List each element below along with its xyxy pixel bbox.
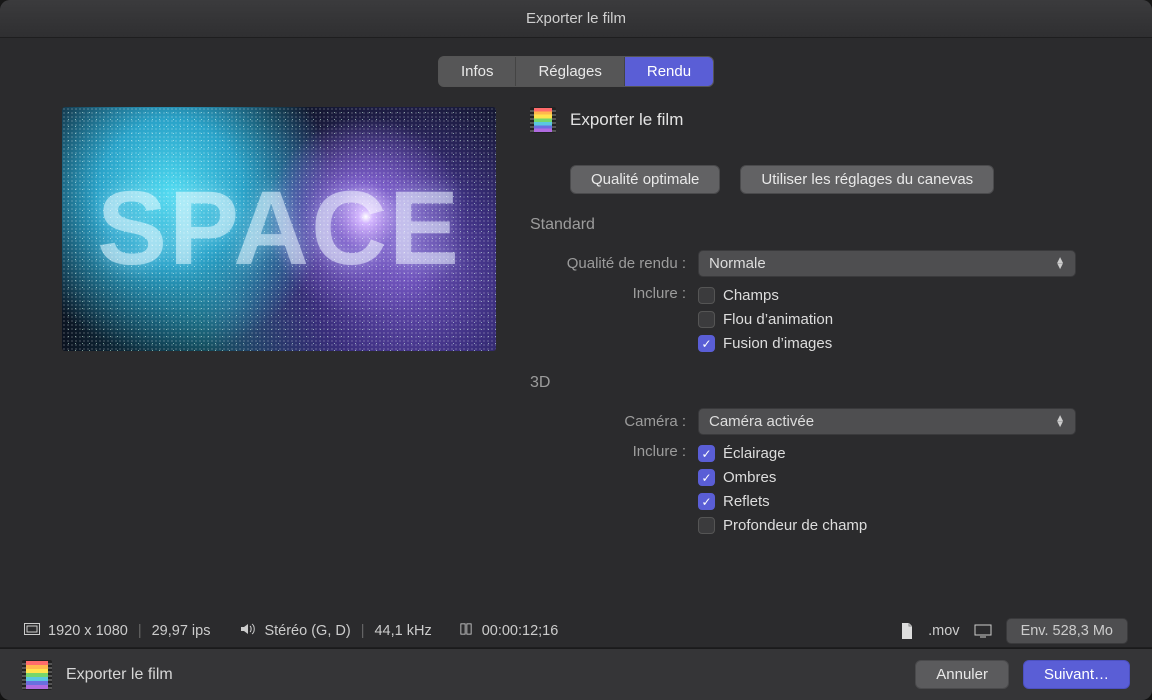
standard-include-label: Inclure : <box>530 285 698 302</box>
checkbox-label: Éclairage <box>723 445 786 462</box>
checkbox-label: Flou d’animation <box>723 311 833 328</box>
frame-icon <box>24 623 40 639</box>
checkbox-champs[interactable]: Champs <box>698 287 833 304</box>
export-title: Exporter le film <box>570 110 683 130</box>
checkbox-ombres[interactable]: ✓ Ombres <box>698 469 867 486</box>
window-title: Exporter le film <box>526 10 626 27</box>
three-d-include-label: Inclure : <box>530 443 698 460</box>
file-icon <box>900 623 914 639</box>
checkbox-box: ✓ <box>698 335 715 352</box>
separator: | <box>138 623 142 639</box>
footer: Exporter le film Annuler Suivant… <box>0 648 1152 700</box>
camera-label: Caméra : <box>530 413 698 430</box>
separator: | <box>361 623 365 639</box>
checkbox-reflets[interactable]: ✓ Reflets <box>698 493 867 510</box>
updown-icon: ▲▼ <box>1055 416 1065 428</box>
checkbox-label: Fusion d’images <box>723 335 832 352</box>
checkbox-box: ✓ <box>698 445 715 462</box>
section-label-standard: Standard <box>530 216 1124 234</box>
film-icon <box>22 660 52 690</box>
preview-text: SPACE <box>97 169 461 289</box>
next-button[interactable]: Suivant… <box>1023 660 1130 689</box>
status-sample-rate: 44,1 kHz <box>374 623 431 639</box>
camera-value: Caméra activée <box>709 413 814 430</box>
preset-row: Qualité optimale Utiliser les réglages d… <box>570 165 1124 194</box>
render-quality-value: Normale <box>709 255 766 272</box>
checkbox-label: Profondeur de champ <box>723 517 867 534</box>
row-3d-include: Inclure : ✓ Éclairage ✓ Ombres ✓ Reflets <box>530 443 1124 534</box>
checkbox-profondeur-champ[interactable]: Profondeur de champ <box>698 517 867 534</box>
titlebar: Exporter le film <box>0 0 1152 38</box>
tab-infos[interactable]: Infos <box>439 57 517 86</box>
row-render-quality: Qualité de rendu : Normale ▲▼ <box>530 250 1124 277</box>
checkbox-label: Reflets <box>723 493 770 510</box>
status-resolution: 1920 x 1080 <box>48 623 128 639</box>
status-ext: .mov <box>928 623 959 639</box>
checkbox-fusion-images[interactable]: ✓ Fusion d’images <box>698 335 833 352</box>
row-standard-include: Inclure : Champs Flou d’animation ✓ Fusi… <box>530 285 1124 352</box>
checkbox-box <box>698 311 715 328</box>
updown-icon: ▲▼ <box>1055 258 1065 270</box>
export-dialog: Exporter le film Infos Réglages Rendu SP… <box>0 0 1152 700</box>
preview-thumbnail: SPACE <box>62 107 496 351</box>
settings-panel: Exporter le film Qualité optimale Utilis… <box>496 107 1124 614</box>
render-quality-label: Qualité de rendu : <box>530 255 698 272</box>
cancel-button[interactable]: Annuler <box>915 660 1009 689</box>
status-right: .mov Env. 528,3 Mo <box>900 618 1128 644</box>
tab-segmented: Infos Réglages Rendu <box>438 56 714 87</box>
status-fps: 29,97 ips <box>152 623 211 639</box>
three-d-include-group: ✓ Éclairage ✓ Ombres ✓ Reflets Profondeu… <box>698 443 867 534</box>
speaker-icon <box>240 623 256 639</box>
footer-buttons: Annuler Suivant… <box>915 660 1130 689</box>
checkbox-box: ✓ <box>698 493 715 510</box>
checkbox-box: ✓ <box>698 469 715 486</box>
preview-text-layer: SPACE <box>62 107 496 351</box>
checkbox-box <box>698 287 715 304</box>
row-camera: Caméra : Caméra activée ▲▼ <box>530 408 1124 435</box>
camera-select[interactable]: Caméra activée ▲▼ <box>698 408 1076 435</box>
footer-title: Exporter le film <box>66 666 173 684</box>
status-size: Env. 528,3 Mo <box>1006 618 1128 644</box>
duration-icon <box>458 623 474 639</box>
use-canvas-settings-button[interactable]: Utiliser les réglages du canevas <box>740 165 994 194</box>
section-label-3d: 3D <box>530 374 1124 392</box>
export-heading: Exporter le film <box>530 107 1124 133</box>
checkbox-eclairage[interactable]: ✓ Éclairage <box>698 445 867 462</box>
checkbox-label: Ombres <box>723 469 776 486</box>
content-area: SPACE Exporter le film Qualité optimale … <box>0 97 1152 614</box>
render-quality-select[interactable]: Normale ▲▼ <box>698 250 1076 277</box>
tab-bar: Infos Réglages Rendu <box>0 38 1152 97</box>
checkbox-box <box>698 517 715 534</box>
film-icon <box>530 107 556 133</box>
tab-rendu[interactable]: Rendu <box>625 57 713 86</box>
standard-include-group: Champs Flou d’animation ✓ Fusion d’image… <box>698 285 833 352</box>
tab-reglages[interactable]: Réglages <box>516 57 624 86</box>
status-audio: Stéréo (G, D) <box>264 623 350 639</box>
checkbox-flou-animation[interactable]: Flou d’animation <box>698 311 833 328</box>
status-bar: 1920 x 1080 | 29,97 ips Stéréo (G, D) | … <box>0 614 1152 648</box>
best-quality-button[interactable]: Qualité optimale <box>570 165 720 194</box>
display-icon <box>974 624 992 638</box>
checkbox-label: Champs <box>723 287 779 304</box>
status-duration: 00:00:12;16 <box>482 623 559 639</box>
